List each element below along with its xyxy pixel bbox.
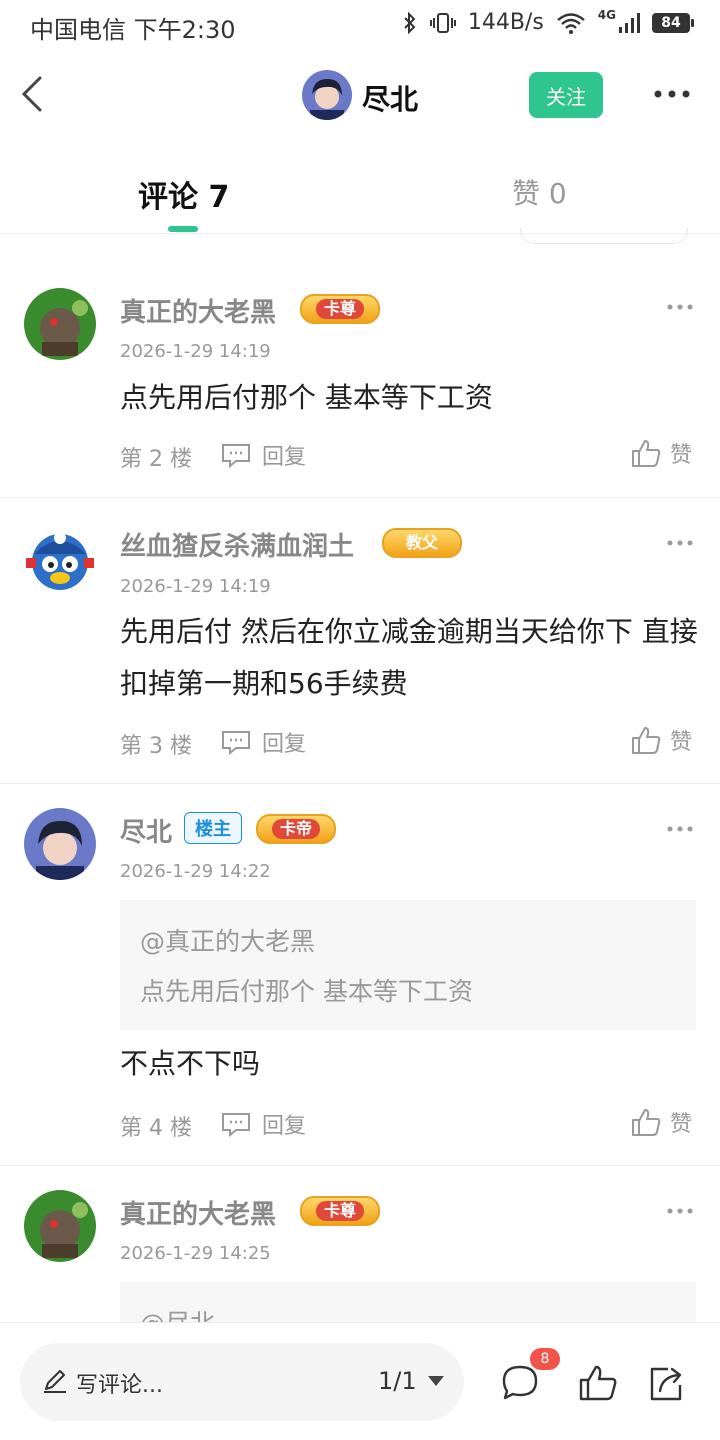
like-label: 赞 xyxy=(670,1112,693,1137)
comment-input[interactable]: 写评论... 1/1 xyxy=(20,1343,464,1421)
commenter-avatar[interactable] xyxy=(24,288,96,360)
pencil-icon xyxy=(44,1370,66,1393)
author-avatar[interactable] xyxy=(302,70,352,120)
commenter-avatar[interactable] xyxy=(24,808,96,880)
top-header: 尽北 关注 xyxy=(0,50,720,145)
tab-indicator xyxy=(168,226,198,232)
chevron-down-icon xyxy=(427,1376,444,1386)
reply-label: 回复 xyxy=(262,445,307,470)
floor-number: 第 2 楼 xyxy=(120,447,192,472)
comment-more-icon[interactable] xyxy=(666,824,694,834)
reply-button[interactable]: 回复 xyxy=(220,726,306,758)
bottom-bar: 写评论... 1/1 8 xyxy=(0,1322,720,1440)
comment-text: 不点不下吗 xyxy=(120,1047,261,1080)
battery-level: 84 xyxy=(652,12,690,33)
thumbs-up-icon xyxy=(632,1109,661,1136)
vibrate-icon xyxy=(429,12,456,33)
comment-more-icon[interactable] xyxy=(666,1206,694,1216)
page-indicator: 1/1 xyxy=(378,1367,417,1395)
comment-text: 先用后付 然后在你立减金逾期当天给你下 直接扣掉第一期和56手续费 xyxy=(120,615,698,700)
tab-comments[interactable]: 评论 7 xyxy=(138,172,229,216)
comment-item: 尽北 楼主 卡帝 2026-1-29 14:22 @真正的大老黑 点先用后付那个… xyxy=(0,784,720,1166)
reply-button[interactable]: 回复 xyxy=(220,439,306,471)
comment-item: 真正的大老黑 卡尊 2026-1-29 14:19 点先用后付那个 基本等下工资… xyxy=(0,240,720,498)
status-bar: 中国电信 下午2:30 144B/s 4G 84 xyxy=(0,0,720,50)
thumbs-up-icon xyxy=(632,727,661,754)
commenter-avatar[interactable] xyxy=(24,524,96,596)
tab-likes[interactable]: 赞 0 xyxy=(512,172,567,212)
floor-number: 第 4 楼 xyxy=(120,1116,192,1141)
carrier-time: 中国电信 下午2:30 xyxy=(30,16,236,44)
owner-badge: 楼主 xyxy=(184,812,242,844)
quoted-comment[interactable]: @真正的大老黑 点先用后付那个 基本等下工资 xyxy=(120,900,696,1030)
page-selector[interactable]: 1/1 xyxy=(378,1367,445,1395)
comment-time: 2026-1-29 14:25 xyxy=(120,1243,271,1264)
back-icon[interactable] xyxy=(16,70,52,118)
commenter-avatar[interactable] xyxy=(24,1190,96,1262)
level-badge: 卡尊 xyxy=(300,1196,381,1226)
quoted-user: @真正的大老黑 xyxy=(140,927,316,956)
level-badge: 教父 xyxy=(382,528,463,558)
like-label: 赞 xyxy=(670,730,693,755)
bluetooth-icon xyxy=(404,11,416,34)
comment-text: 点先用后付那个 基本等下工资 xyxy=(120,381,493,414)
author-name[interactable]: 尽北 xyxy=(362,78,418,118)
status-icons: 144B/s 4G 84 xyxy=(402,7,694,35)
comment-time: 2026-1-29 14:19 xyxy=(120,341,271,362)
signal-icon xyxy=(619,12,640,33)
quoted-text: 点先用后付那个 基本等下工资 xyxy=(140,977,473,1006)
tab-bar: 评论 7 赞 0 xyxy=(0,150,720,234)
reply-label: 回复 xyxy=(262,732,307,757)
comment-time: 2026-1-29 14:22 xyxy=(120,861,271,882)
quoted-comment[interactable]: @尽北 xyxy=(120,1282,696,1322)
comment-more-icon[interactable] xyxy=(666,538,694,548)
quoted-user: @尽北 xyxy=(140,1304,215,1322)
comment-item: 真正的大老黑 卡尊 2026-1-29 14:25 @尽北 xyxy=(0,1166,720,1322)
like-button[interactable]: 赞 xyxy=(630,724,692,756)
commenter-name[interactable]: 真正的大老黑 xyxy=(120,1194,276,1231)
network-speed: 144B/s xyxy=(467,10,544,35)
reply-icon xyxy=(222,444,250,469)
level-badge: 卡帝 xyxy=(256,814,337,844)
thumbs-up-icon[interactable] xyxy=(578,1363,618,1403)
reply-icon xyxy=(222,731,250,756)
wifi-icon xyxy=(557,12,585,34)
comment-more-icon[interactable] xyxy=(666,302,694,312)
like-label: 赞 xyxy=(670,443,693,468)
battery-icon: 84 xyxy=(652,12,694,33)
like-button[interactable]: 赞 xyxy=(630,1106,692,1138)
commenter-name[interactable]: 丝血猹反杀满血润土 xyxy=(120,526,354,563)
more-options-icon[interactable] xyxy=(652,82,692,106)
reply-icon xyxy=(222,1113,250,1138)
commenter-name[interactable]: 真正的大老黑 xyxy=(120,292,276,329)
comment-item: 丝血猹反杀满血润土 教父 2026-1-29 14:19 先用后付 然后在你立减… xyxy=(0,498,720,784)
comment-icon[interactable] xyxy=(500,1363,540,1403)
thumbs-up-icon xyxy=(632,440,661,467)
comment-placeholder: 写评论... xyxy=(76,1373,163,1398)
reply-button[interactable]: 回复 xyxy=(220,1108,306,1140)
floor-number: 第 3 楼 xyxy=(120,734,192,759)
like-button[interactable]: 赞 xyxy=(630,437,692,469)
share-icon[interactable] xyxy=(646,1363,686,1403)
network-type: 4G xyxy=(597,7,616,22)
reply-label: 回复 xyxy=(262,1114,307,1139)
level-badge: 卡尊 xyxy=(300,294,381,324)
follow-button[interactable]: 关注 xyxy=(529,72,603,118)
comment-time: 2026-1-29 14:19 xyxy=(120,576,271,597)
comment-count-badge: 8 xyxy=(530,1348,560,1370)
commenter-name[interactable]: 尽北 xyxy=(120,812,172,849)
